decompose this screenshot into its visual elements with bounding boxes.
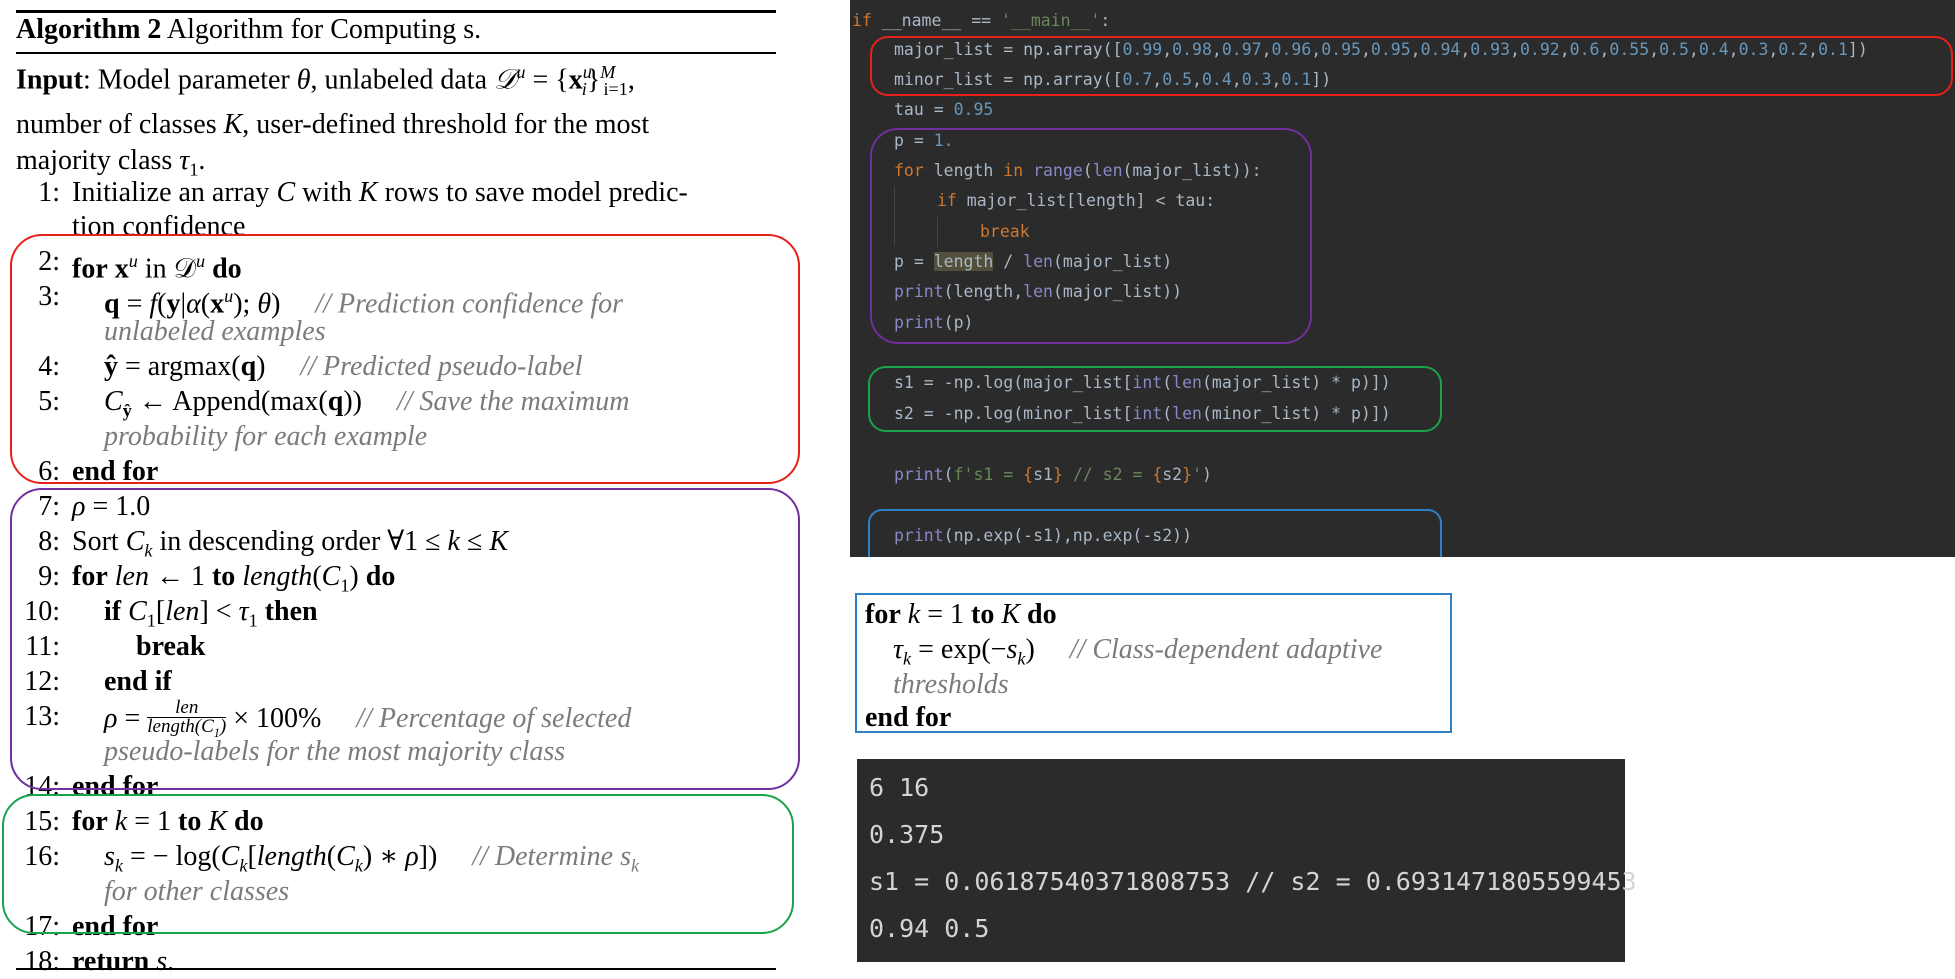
algorithm-title-text: Algorithm for Computing s. [166,14,482,45]
code-line-4: tau = 0.95 [894,100,994,119]
algorithm-bottom-rule [16,968,776,970]
threshold-loop-line-1: for k = 1 to K do [865,599,1057,630]
green-highlight-box [2,794,794,934]
purple-highlight-box [10,488,800,790]
threshold-loop-line-2: τk = exp(−sk) // Class-dependent adaptiv… [893,634,1383,669]
code-purple-box [870,128,1312,344]
algorithm-top-rule [16,10,776,13]
code-green-box [868,366,1442,432]
code-line-14: print(f's1 = {s1} // s2 = {s2}') [894,465,1212,484]
red-highlight-box [10,234,800,484]
algorithm-title: Algorithm 2 Algorithm for Computing s. [16,14,481,46]
output-line-2: 0.375 [869,820,945,849]
algo-line-1: 1: Initialize an array C with K rows to s… [38,177,688,208]
threshold-loop-line-3: end for [865,702,952,733]
input-label: Input [16,64,83,96]
threshold-loop-line-2b: thresholds [893,669,1009,700]
threshold-loop-box: for k = 1 to K do τk = exp(−sk) // Class… [855,593,1452,733]
algorithm-label: Algorithm 2 [16,14,162,45]
code-line-1: if __name__ == '__main__': [852,11,1111,30]
output-line-3: s1 = 0.06187540371808753 // s2 = 0.69314… [869,867,1637,896]
code-editor-panel: if __name__ == '__main__': major_list = … [850,0,1955,557]
algo-line-18: 18: return s. [24,946,175,977]
algorithm-input: Input: Model parameter θ, unlabeled data… [16,62,650,180]
output-line-4: 0.94 0.5 [869,914,990,943]
output-line-1: 6 16 [869,773,930,802]
code-red-box [870,36,1953,96]
console-output-panel: 6 16 0.375 s1 = 0.06187540371808753 // s… [857,759,1637,962]
code-blue-box [868,509,1442,557]
